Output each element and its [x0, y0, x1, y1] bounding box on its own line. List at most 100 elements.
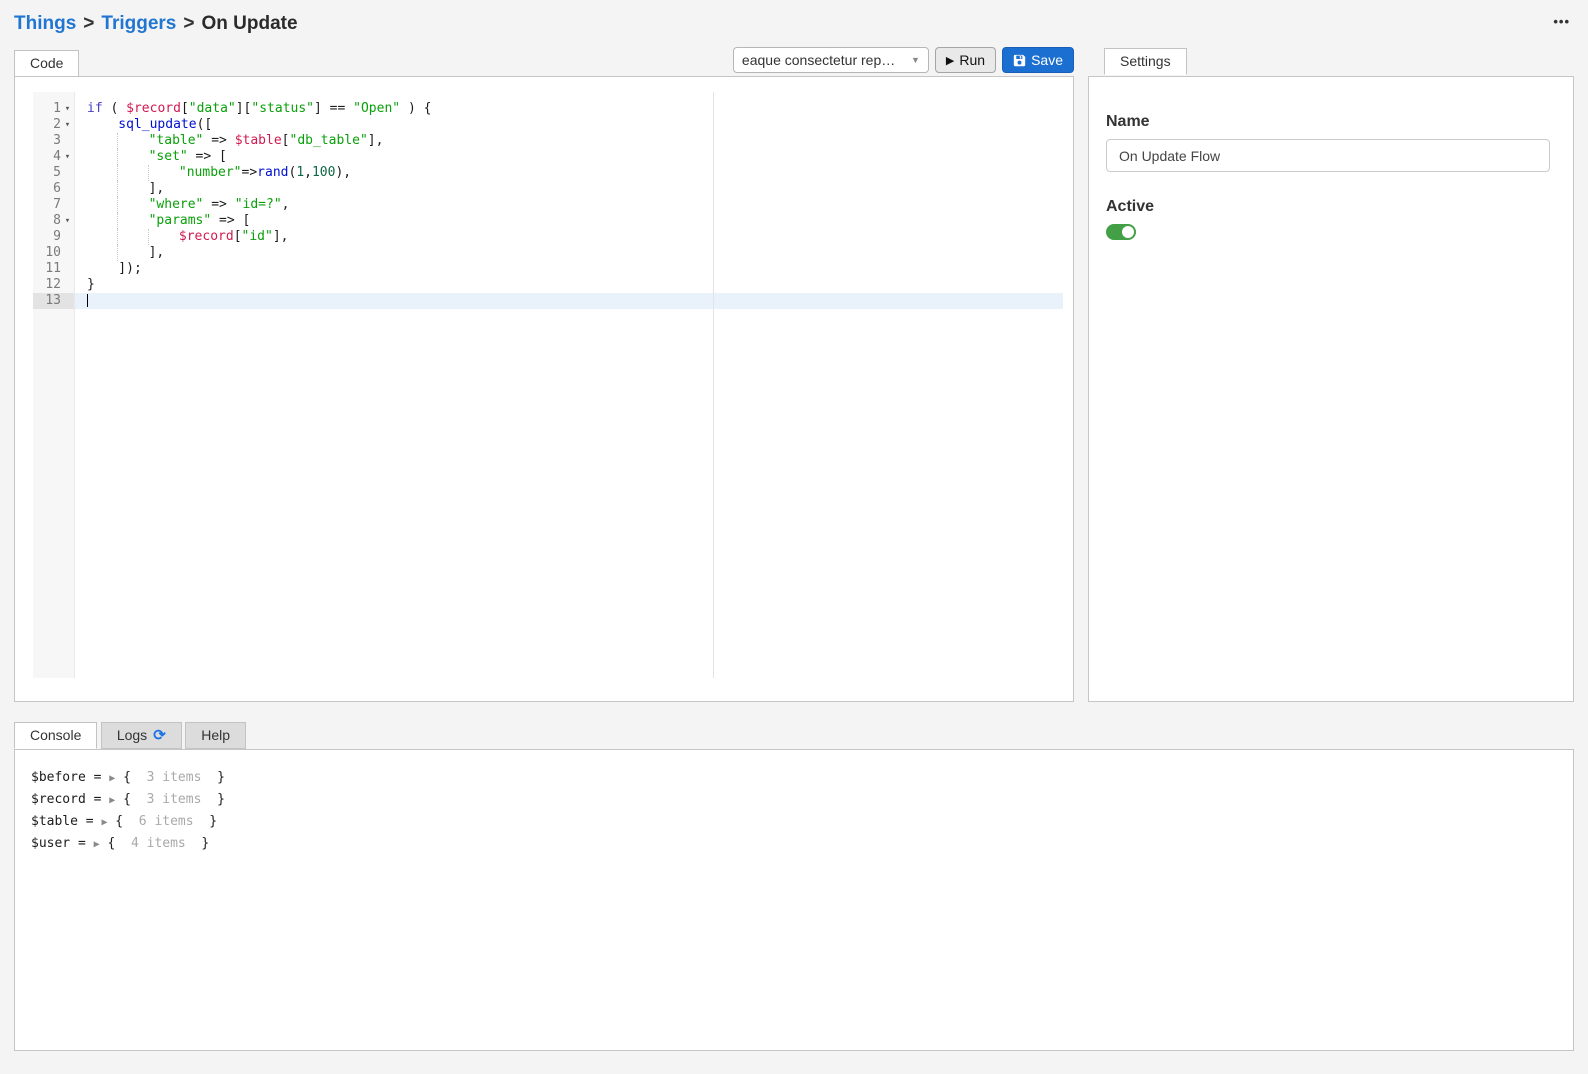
- code-token: "status": [251, 101, 314, 116]
- code-line[interactable]: "set" => [: [75, 149, 1063, 165]
- toolbar: eaque consectetur rep… ▼ ▶ Run: [733, 47, 1074, 76]
- column-ruler: [713, 92, 714, 678]
- console-brace: {: [115, 792, 146, 807]
- gutter-row: 10: [33, 245, 74, 261]
- active-toggle[interactable]: [1106, 224, 1136, 240]
- code-token: ) {: [400, 101, 431, 116]
- console-brace: {: [100, 836, 131, 851]
- breadcrumb: Things>Triggers>On Update: [14, 13, 298, 35]
- gutter-row: 5: [33, 165, 74, 181]
- breadcrumb-link-things[interactable]: Things: [14, 13, 76, 34]
- indent: [148, 229, 179, 245]
- console-variable-row: $record = ▶ { 3 items }: [31, 789, 1573, 811]
- flow-select[interactable]: eaque consectetur rep… ▼: [733, 47, 929, 73]
- console-item-count: 4 items: [131, 836, 186, 851]
- save-button[interactable]: Save: [1002, 47, 1074, 73]
- tab-logs[interactable]: Logs⟳: [101, 722, 182, 749]
- more-options-icon[interactable]: •••: [1549, 13, 1574, 30]
- main-row: Code eaque consectetur rep… ▼ ▶ Run: [14, 47, 1574, 702]
- editor-gutter: 1▾2▾34▾5678▾910111213: [33, 92, 75, 678]
- console-brace: }: [201, 770, 224, 785]
- code-line[interactable]: "number"=>rand(1,100),: [75, 165, 1063, 181]
- code-line[interactable]: ],: [75, 245, 1063, 261]
- code-line[interactable]: "params" => [: [75, 213, 1063, 229]
- code-token: sql_update: [118, 117, 196, 132]
- console-brace: }: [201, 792, 224, 807]
- fold-icon[interactable]: ▾: [61, 101, 74, 117]
- code-token: 100: [312, 165, 335, 180]
- code-editor[interactable]: 1▾2▾34▾5678▾910111213 if ( $record["data…: [33, 92, 1063, 678]
- code-token: [: [282, 133, 290, 148]
- tab-code[interactable]: Code: [14, 50, 79, 77]
- indent: [117, 245, 148, 261]
- console-brace: {: [115, 770, 146, 785]
- run-button[interactable]: ▶ Run: [935, 47, 996, 73]
- tab-help[interactable]: Help: [185, 722, 246, 749]
- breadcrumb-current: On Update: [201, 13, 297, 34]
- run-button-label: Run: [959, 52, 985, 68]
- code-token: ],: [368, 133, 384, 148]
- code-token: "table": [149, 133, 204, 148]
- code-token: }: [87, 277, 95, 292]
- indent: [87, 197, 118, 213]
- code-line[interactable]: }: [75, 277, 1063, 293]
- console-item-count: 3 items: [147, 770, 202, 785]
- code-token: "params": [149, 213, 212, 228]
- code-token: ],: [149, 181, 165, 196]
- gutter-row: 9: [33, 229, 74, 245]
- console-variable-row: $before = ▶ { 3 items }: [31, 767, 1573, 789]
- console-panel-header: Console Logs⟳ Help: [14, 721, 1574, 749]
- line-number: 4: [33, 149, 61, 165]
- code-token: [: [234, 229, 242, 244]
- indent: [87, 229, 118, 245]
- indent: [87, 165, 118, 181]
- code-token: ][: [236, 101, 252, 116]
- code-line[interactable]: [75, 293, 1063, 309]
- code-token: =>: [242, 165, 258, 180]
- code-line[interactable]: $record["id"],: [75, 229, 1063, 245]
- line-number: 2: [33, 117, 61, 133]
- code-token: "db_table": [290, 133, 368, 148]
- code-line[interactable]: ],: [75, 181, 1063, 197]
- play-icon: ▶: [946, 54, 954, 67]
- tab-settings[interactable]: Settings: [1104, 48, 1187, 75]
- indent: [117, 197, 148, 213]
- code-line[interactable]: ]);: [75, 261, 1063, 277]
- breadcrumb-link-triggers[interactable]: Triggers: [101, 13, 176, 34]
- refresh-icon[interactable]: ⟳: [153, 728, 166, 743]
- code-token: [: [181, 101, 189, 116]
- tab-console[interactable]: Console: [14, 722, 97, 749]
- code-line[interactable]: if ( $record["data"]["status"] == "Open"…: [75, 101, 1063, 117]
- code-line[interactable]: "where" => "id=?",: [75, 197, 1063, 213]
- code-token: "where": [149, 197, 204, 212]
- fold-icon[interactable]: ▾: [61, 117, 74, 133]
- gutter-row: 11: [33, 261, 74, 277]
- indent: [117, 229, 148, 245]
- code-token: if: [87, 101, 103, 116]
- indent: [87, 149, 118, 165]
- indent: [117, 181, 148, 197]
- code-token: ),: [335, 165, 351, 180]
- line-number: 11: [33, 261, 61, 277]
- code-token: "set": [149, 149, 188, 164]
- indent: [87, 261, 118, 277]
- code-line[interactable]: "table" => $table["db_table"],: [75, 133, 1063, 149]
- fold-icon[interactable]: ▾: [61, 213, 74, 229]
- code-token: ] ==: [314, 101, 353, 116]
- line-number: 1: [33, 101, 61, 117]
- line-number: 9: [33, 229, 61, 245]
- editor-lines: if ( $record["data"]["status"] == "Open"…: [75, 101, 1063, 309]
- code-token: "number": [179, 165, 242, 180]
- editor-code-area[interactable]: if ( $record["data"]["status"] == "Open"…: [75, 92, 1063, 678]
- save-button-label: Save: [1031, 52, 1063, 68]
- indent: [87, 181, 118, 197]
- page: Things>Triggers>On Update ••• Code eaque…: [0, 0, 1588, 1051]
- code-line[interactable]: sql_update([: [75, 117, 1063, 133]
- fold-icon[interactable]: ▾: [61, 149, 74, 165]
- gutter-row: 6: [33, 181, 74, 197]
- code-token: => [: [211, 213, 250, 228]
- code-token: ],: [149, 245, 165, 260]
- line-number: 6: [33, 181, 61, 197]
- console-brace: }: [186, 836, 209, 851]
- name-input[interactable]: [1106, 139, 1550, 172]
